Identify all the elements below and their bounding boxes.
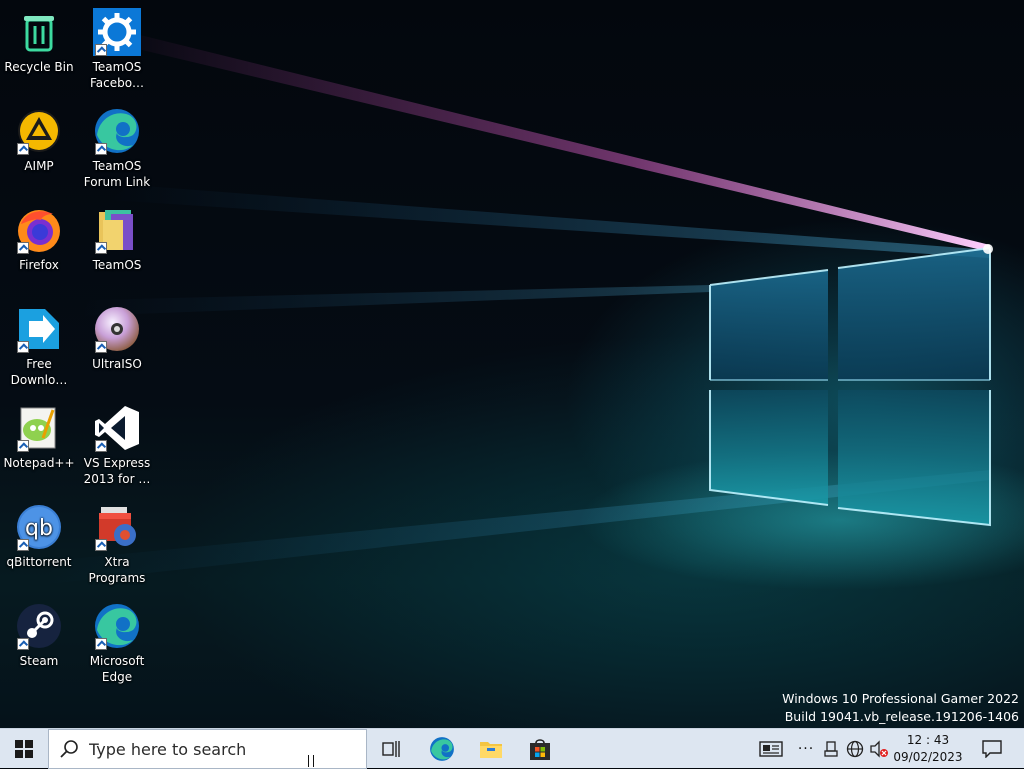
- desktop-icon-teamos-forum-link[interactable]: TeamOS Forum Link: [78, 107, 156, 190]
- firefox-icon: [15, 206, 63, 254]
- watermark-edition: Windows 10 Professional Gamer 2022: [782, 691, 1019, 706]
- desktop-icon-teamos-facebook[interactable]: TeamOS Facebo…: [78, 8, 156, 91]
- desktop-icon-label: Free Downlo…: [10, 357, 68, 387]
- taskbar-store-button[interactable]: [516, 729, 564, 769]
- shortcut-arrow-icon: [95, 341, 107, 353]
- taskbar-search-box[interactable]: [48, 729, 367, 769]
- desktop-icon-qbittorrent[interactable]: qb qBittorrent: [0, 503, 78, 570]
- shortcut-arrow-icon: [17, 341, 29, 353]
- shortcut-arrow-icon: [95, 242, 107, 254]
- search-icon: [60, 740, 78, 758]
- clock-date: 09/02/2023: [893, 750, 963, 764]
- file-explorer-icon: [480, 742, 502, 758]
- desktop-icon-label: Steam: [19, 654, 59, 668]
- desktop-icon-label: VS Express 2013 for …: [83, 456, 151, 486]
- search-input[interactable]: [87, 738, 341, 760]
- desktop-icon-label: Xtra Programs: [88, 555, 146, 585]
- desktop-icon-vs-express[interactable]: VS Express 2013 for …: [78, 404, 156, 487]
- teamos-folder-icon: [93, 206, 141, 254]
- edge-icon: [93, 602, 141, 650]
- show-hidden-icons-button[interactable]: ···: [796, 729, 816, 769]
- shortcut-arrow-icon: [17, 539, 29, 551]
- ultraiso-disc-icon: [93, 305, 141, 353]
- desktop-icon-label: Notepad++: [3, 456, 75, 470]
- xtra-programs-icon: [93, 503, 141, 551]
- desktop-icon-label: Recycle Bin: [4, 60, 74, 74]
- taskbar-edge-button[interactable]: [418, 729, 466, 769]
- desktop-icon-microsoft-edge[interactable]: Microsoft Edge: [78, 602, 156, 685]
- windows-logo-icon: [15, 740, 33, 758]
- desktop-icon-notepad-plus-plus[interactable]: Notepad++: [0, 404, 78, 471]
- task-view-button[interactable]: [368, 729, 416, 769]
- shortcut-arrow-icon: [95, 440, 107, 452]
- settings-gear-icon: [93, 8, 141, 56]
- desktop-icon-label: TeamOS Facebo…: [89, 60, 145, 90]
- svg-text:qb: qb: [25, 516, 53, 541]
- desktop-icon-aimp[interactable]: AIMP: [0, 107, 78, 174]
- desktop-icon-label: AIMP: [24, 159, 54, 173]
- edge-icon: [93, 107, 141, 155]
- watermark-build: Build 19041.vb_release.191206-1406: [784, 709, 1019, 724]
- desktop-icon-steam[interactable]: Steam: [0, 602, 78, 669]
- steam-icon: [15, 602, 63, 650]
- usb-device-icon: [824, 741, 838, 757]
- shortcut-arrow-icon: [17, 143, 29, 155]
- shortcut-arrow-icon: [17, 440, 29, 452]
- desktop-icon-label: TeamOS: [92, 258, 142, 272]
- desktop-icon-teamos[interactable]: TeamOS: [78, 206, 156, 273]
- desktop-icon-free-download-manager[interactable]: Free Downlo…: [0, 305, 78, 388]
- overflow-dots-icon: ···: [797, 741, 815, 757]
- taskbar-file-explorer-button[interactable]: [467, 729, 515, 769]
- desktop-icon-label: Microsoft Edge: [89, 654, 145, 684]
- desktop-icon-recycle-bin[interactable]: Recycle Bin: [0, 8, 78, 75]
- task-view-icon: [382, 741, 400, 757]
- desktop-icon-label: Firefox: [19, 258, 59, 272]
- qbittorrent-icon: qb: [15, 503, 63, 551]
- action-center-button[interactable]: [972, 729, 1012, 769]
- network-tray-button[interactable]: [845, 729, 865, 769]
- clock-time: 12 : 43: [906, 733, 950, 747]
- visual-studio-icon: [93, 404, 141, 452]
- desktop-icon-label: UltraISO: [92, 357, 142, 371]
- recycle-bin-icon: [15, 8, 63, 56]
- volume-tray-button[interactable]: [869, 729, 889, 769]
- desktop-icon-firefox[interactable]: Firefox: [0, 206, 78, 273]
- aimp-icon: [15, 107, 63, 155]
- shortcut-arrow-icon: [95, 539, 107, 551]
- text-cursor-icon: [308, 755, 314, 767]
- notepad-plus-plus-icon: [15, 404, 63, 452]
- shortcut-arrow-icon: [95, 44, 107, 56]
- desktop-icon-label: qBittorrent: [6, 555, 72, 569]
- network-globe-icon: [846, 740, 864, 758]
- news-widget-button[interactable]: [756, 729, 786, 769]
- build-watermark: Windows 10 Professional Gamer 2022 Build…: [782, 690, 1019, 726]
- desktop-icon-label: TeamOS Forum Link: [83, 159, 151, 189]
- shortcut-arrow-icon: [95, 143, 107, 155]
- desktop-icon-ultraiso[interactable]: UltraISO: [78, 305, 156, 372]
- edge-icon: [430, 737, 454, 761]
- news-widget-icon: [759, 741, 783, 757]
- desktop-icon-xtra-programs[interactable]: Xtra Programs: [78, 503, 156, 586]
- usb-device-tray-button[interactable]: [822, 729, 840, 769]
- notification-icon: [982, 740, 1002, 758]
- volume-muted-icon: [870, 740, 888, 758]
- shortcut-arrow-icon: [95, 638, 107, 650]
- taskbar: ··· 12 : 43 09/02/2023: [0, 728, 1024, 769]
- microsoft-store-icon: [530, 739, 550, 760]
- start-button[interactable]: [0, 729, 48, 769]
- shortcut-arrow-icon: [17, 242, 29, 254]
- free-download-manager-icon: [15, 305, 63, 353]
- shortcut-arrow-icon: [17, 638, 29, 650]
- taskbar-clock[interactable]: 12 : 43 09/02/2023: [888, 729, 968, 769]
